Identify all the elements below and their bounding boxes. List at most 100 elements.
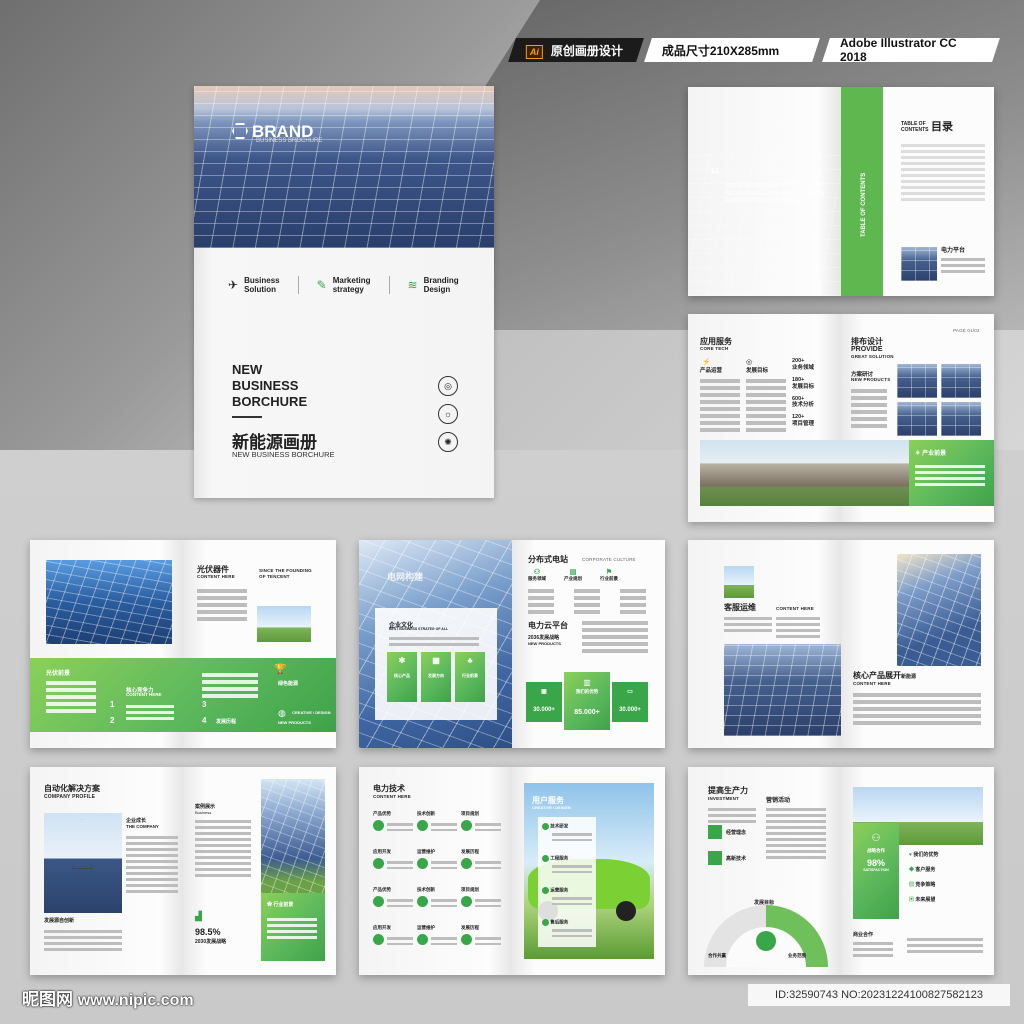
- step-number: 3: [202, 700, 207, 709]
- tech-dot-icon: [373, 820, 384, 831]
- feature-business: ✈ Business Solution: [228, 276, 280, 294]
- step-dot-icon: [542, 887, 549, 894]
- toc-left-page: “ ADITAT AS SIM HARUPTA VOLO DEB ITIO NE…: [688, 87, 841, 296]
- step-item: 运营服务: [542, 887, 592, 908]
- prod-list-item: ♥ 我们的优势: [909, 853, 938, 858]
- sun-icon: ☼: [438, 404, 458, 424]
- watermark-logo: 昵图网 www.nipic.com: [22, 985, 194, 1010]
- tech-item: 产品优势: [373, 887, 413, 910]
- folder-icon: ▣: [909, 897, 915, 903]
- brand-subtitle: BUSINESS BROCHURE: [256, 138, 323, 144]
- tech-item: 产品优势: [373, 811, 413, 834]
- design-photo-3: [897, 402, 937, 436]
- marketing-title: 营销活动: [766, 798, 791, 804]
- dist-heading-en: CORPORATE CULTURE: [582, 557, 636, 562]
- dist-icon-label: 服务领域: [528, 576, 546, 581]
- dist-right-page: 分布式电站 CORPORATE CULTURE ⚇ 服务领域 ▤ 产业规划 ⚑ 行业前…: [512, 540, 665, 748]
- tech-dot-icon: [373, 896, 384, 907]
- grid-icon: ▦: [432, 656, 440, 665]
- service-stats: 200+ 业务领域 180+ 发展目标 600+ 技术分析 120+ 项目管理: [792, 358, 814, 428]
- field-photo: [257, 606, 311, 642]
- tech-item-label: 发展历程: [461, 925, 479, 930]
- tech-item: 运营维护: [417, 925, 457, 948]
- image-icon: ▣: [541, 689, 547, 695]
- tree-icon: ♣: [467, 656, 473, 665]
- auto-caption: 发展源自创新: [44, 918, 75, 924]
- prod-center-icon: [756, 931, 776, 951]
- step-label: 技术研发: [550, 823, 569, 829]
- tech-item: 技术创新: [417, 811, 457, 834]
- tech-item-label: 技术创新: [417, 811, 435, 816]
- band-caption-2: CREATIVE / DESIGN: [292, 710, 331, 715]
- card-en: BEST BUSINESS STRATEG OF ALL: [389, 627, 449, 631]
- service-right-page: PAGE 01/02 排布设计 PROVIDE GREAT SOLUTION 方…: [841, 314, 994, 522]
- dist-left-page: 电网构建 企业文化 BEST BUSINESS STRATEG OF ALL ✻…: [359, 540, 512, 748]
- stat-box-3: ▭ 30.000+: [612, 682, 648, 722]
- cover-page: BRAND BUSINESS BROCHURE ✈ Business Solutio…: [194, 86, 494, 498]
- prod-green-card: ⚇ 战略合作 98% SATISFACTION: [853, 823, 899, 919]
- tech-item-label: 应用开发: [373, 849, 391, 854]
- step-label: 运营服务: [550, 887, 569, 893]
- pill-label: 核心产品: [394, 673, 410, 678]
- stat-box-2: ▥ 我们的优势 85.000+: [564, 672, 610, 730]
- product-photo: [897, 554, 981, 666]
- step-item: 技术研发: [542, 823, 592, 844]
- stat-label: 我们的优势: [575, 689, 599, 694]
- dist-icon-item: ▤ 产业规划: [564, 568, 582, 582]
- tech-item-label: 发展历程: [461, 849, 479, 854]
- cover-solar-photo: [194, 86, 494, 248]
- service-left-page: 应用服务 CORE TECH ⚡ 产品运营 ◎ 发展目标 200+ 业务领域 18…: [688, 314, 841, 522]
- service-col1-title: 产品运营: [700, 368, 723, 374]
- step-dot-icon: [542, 919, 549, 926]
- card-percent: 98%: [866, 858, 885, 868]
- prod-left-page: 提高生产力 INVESTMENT 营销活动 经营理念 高新技术 发展目标 合作共…: [688, 767, 841, 975]
- growth-title: 企业成长: [126, 818, 147, 824]
- banner-label: 产业前景: [922, 451, 947, 457]
- design-subheading: GREAT SOLUTION: [851, 354, 894, 359]
- feature-line: Solution: [244, 285, 277, 295]
- toc-quote: ADITAT AS SIM HARUPTA VOLO DEB ITIO NECU…: [726, 183, 825, 204]
- cover-icons: ◎ ☼ ✺: [438, 376, 458, 452]
- product-heading-en: CONTENT HERE: [853, 681, 891, 686]
- spread-service2: 客服运维 CONTENT HERE 核心产品展开新能源 CONTENT HERE: [688, 540, 994, 748]
- prod-right-page: ⚇ 战略合作 98% SATISFACTION ♥ 我们的优势 ◆ 客户服务 ▤…: [841, 767, 994, 975]
- chart-icon: ▤: [569, 569, 577, 576]
- tech-dot-icon: [373, 934, 384, 945]
- auto-right-page: 案例展示 Business ▟ 98.5% 2030发展战略 ✿ 行业前景: [183, 767, 336, 975]
- bolt-icon: ⚡: [702, 359, 711, 366]
- people-icon: ⚘: [915, 451, 921, 457]
- band-mid-en: CONTENT HERE: [126, 692, 162, 697]
- tech-dot-icon: [417, 858, 428, 869]
- card-pills: ✻ 核心产品 ▦ 发展方向 ♣ 行业前景: [387, 652, 485, 702]
- tag-original-design: Ai 原创画册设计: [508, 38, 644, 62]
- step-number: 2: [110, 716, 115, 725]
- service2-right-page: 核心产品展开新能源 CONTENT HERE: [841, 540, 994, 748]
- pill-core: ✻ 核心产品: [387, 652, 417, 702]
- band-caption-3: NEW PRODUCTS: [278, 720, 311, 725]
- dist-card: 企业文化 BEST BUSINESS STRATEG OF ALL ✻ 核心产品 …: [375, 608, 497, 720]
- feature-line: Business: [244, 276, 280, 285]
- step-number: 1: [110, 700, 115, 709]
- chart-icon: ▥: [583, 678, 591, 687]
- tech-dot-icon: [417, 934, 428, 945]
- auto-percent: 98.5%: [195, 927, 221, 937]
- spread-prod: 提高生产力 INVESTMENT 营销活动 经营理念 高新技术 发展目标 合作共…: [688, 767, 994, 975]
- wind-solar-photo: [261, 779, 325, 893]
- tower-icon: [72, 819, 92, 869]
- tech-dot-icon: [461, 820, 472, 831]
- flag-icon: ⚑: [605, 569, 613, 576]
- pill-label: 发展方向: [428, 673, 444, 678]
- feature-line: Design: [423, 285, 451, 295]
- prod-list-item: ▣ 未来展望: [909, 898, 938, 903]
- toc-list: [901, 141, 985, 204]
- quote-icon: “: [710, 165, 720, 187]
- tag-label: 原创画册设计: [551, 43, 624, 58]
- house-photo-right: [841, 440, 909, 506]
- pv-since: SINCE THE FOUNDING: [259, 568, 312, 573]
- dist-icon-item: ⚑ 行业前景: [600, 568, 618, 582]
- title-line: BUSINESS: [232, 377, 299, 393]
- toc-item-title: 电力平台: [941, 248, 966, 254]
- tech-item: 发展历程: [461, 925, 501, 948]
- step-item: 工程服务: [542, 855, 592, 876]
- location-icon: ◎: [438, 376, 458, 396]
